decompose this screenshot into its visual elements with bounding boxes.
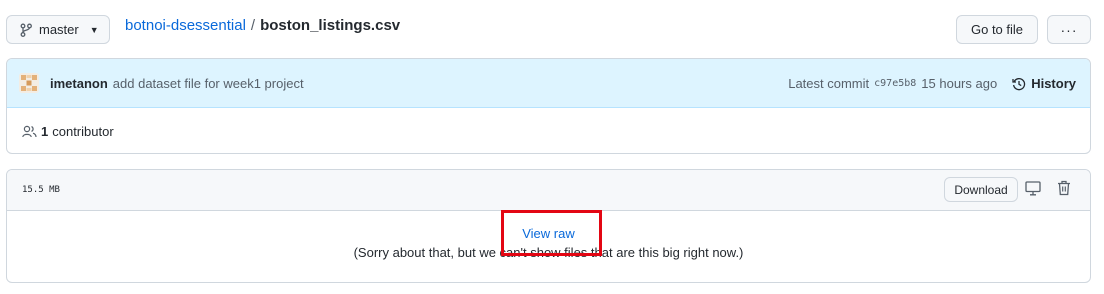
history-icon xyxy=(1012,77,1026,90)
more-options-button[interactable]: ··· xyxy=(1047,15,1091,44)
file-too-large-message: (Sorry about that, but we can't show fil… xyxy=(353,245,744,260)
contributors-row[interactable]: 1 contributor xyxy=(7,108,1090,153)
breadcrumb-separator: / xyxy=(250,17,256,34)
file-viewer-body: View raw (Sorry about that, but we can't… xyxy=(7,211,1090,282)
commit-time: 15 hours ago xyxy=(921,76,998,91)
branch-name: master xyxy=(39,22,79,37)
file-header-row: master ▼ botnoi-dsessential / boston_lis… xyxy=(0,0,1104,58)
latest-commit-box: imetanon add dataset file for week1 proj… xyxy=(6,58,1091,154)
latest-commit-label: Latest commit xyxy=(788,76,870,91)
git-branch-icon xyxy=(20,23,32,37)
trash-icon[interactable] xyxy=(1057,180,1071,196)
download-button[interactable]: Download xyxy=(944,177,1018,202)
avatar[interactable] xyxy=(19,73,39,93)
kebab-horizontal-icon: ··· xyxy=(1060,21,1078,38)
commit-sha[interactable]: c97e5b8 xyxy=(874,78,916,89)
file-name: boston_listings.csv xyxy=(260,17,401,34)
desktop-icon[interactable] xyxy=(1025,181,1041,196)
contributor-label: contributor xyxy=(52,124,114,139)
commit-header: imetanon add dataset file for week1 proj… xyxy=(7,59,1090,108)
commit-message[interactable]: add dataset file for week1 project xyxy=(113,76,304,91)
breadcrumb: botnoi-dsessential / boston_listings.csv xyxy=(125,17,400,34)
commit-meta: Latest commit c97e5b8 15 hours ago Histo… xyxy=(788,59,1076,108)
caret-down-icon: ▼ xyxy=(89,24,99,35)
contributor-count: 1 xyxy=(41,124,49,139)
people-icon xyxy=(22,125,37,138)
view-raw-link[interactable]: View raw xyxy=(7,226,1090,241)
file-viewer-header: 15.5 MB Download xyxy=(7,170,1090,211)
history-link[interactable]: History xyxy=(1012,76,1076,91)
file-viewer: 15.5 MB Download View raw (Sorry about t… xyxy=(6,169,1091,283)
repo-link[interactable]: botnoi-dsessential xyxy=(125,17,246,34)
commit-author[interactable]: imetanon xyxy=(50,76,108,91)
go-to-file-button[interactable]: Go to file xyxy=(956,15,1038,44)
history-label: History xyxy=(1031,76,1076,91)
file-size: 15.5 MB xyxy=(22,185,60,195)
branch-select-button[interactable]: master ▼ xyxy=(6,15,110,44)
